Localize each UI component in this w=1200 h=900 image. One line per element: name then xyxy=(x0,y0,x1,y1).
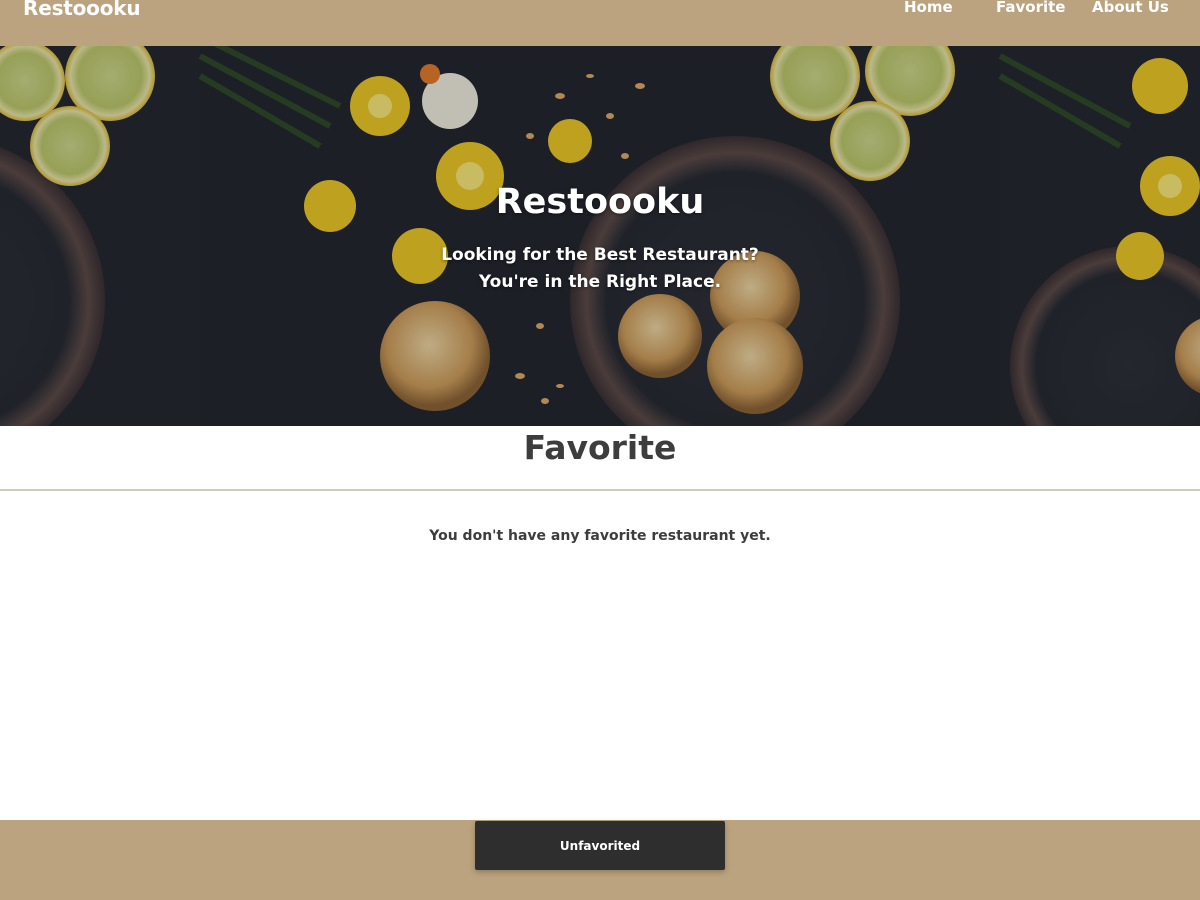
nav-link-favorite[interactable]: Favorite xyxy=(996,0,1065,16)
hero-tagline-line-2: You're in the Right Place. xyxy=(478,272,722,292)
empty-favorites-message: You don't have any favorite restaurant y… xyxy=(429,528,771,544)
hero-dark-overlay xyxy=(0,46,1200,426)
nav-link-home[interactable]: Home xyxy=(904,0,953,16)
hero-tagline: Looking for the Best Restaurant? You're … xyxy=(0,242,1200,296)
snackbar-toast: Unfavorited xyxy=(475,821,725,870)
hero-tagline-line-1: Looking for the Best Restaurant? xyxy=(441,245,759,265)
toast-message: Unfavorited xyxy=(559,838,641,853)
brand-logo-link[interactable]: Restoooku xyxy=(23,0,141,20)
hero-title: Restoooku xyxy=(495,182,705,222)
top-navbar: Restoooku Home Favorite About Us xyxy=(0,0,1200,46)
section-divider xyxy=(0,489,1200,491)
hero-banner: Restoooku Looking for the Best Restauran… xyxy=(0,46,1200,426)
nav-link-about-us[interactable]: About Us xyxy=(1092,0,1169,16)
favorite-section-title: Favorite xyxy=(523,428,677,467)
